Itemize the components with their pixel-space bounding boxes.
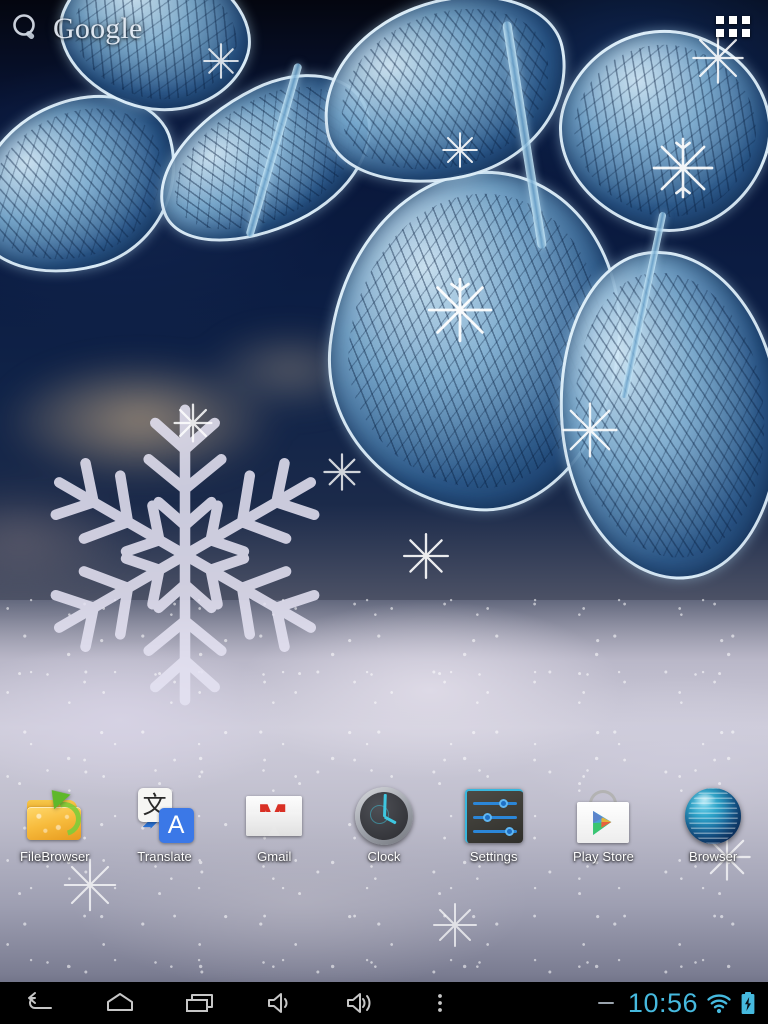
nav-volume-down-button[interactable] xyxy=(240,982,320,1024)
status-separator-dash xyxy=(597,1002,614,1004)
nav-menu-button[interactable] xyxy=(400,982,480,1024)
app-drawer-button[interactable] xyxy=(716,12,750,40)
app-label: Clock xyxy=(367,849,401,864)
gmail-icon: M xyxy=(244,786,304,846)
clock-icon xyxy=(354,786,414,846)
back-arrow-icon xyxy=(28,992,52,1009)
battery-charging-icon[interactable] xyxy=(740,991,756,1015)
nav-home-button[interactable] xyxy=(80,982,160,1024)
snowflake-icon xyxy=(402,532,450,580)
app-label: Settings xyxy=(469,849,518,864)
wifi-full-icon[interactable] xyxy=(706,992,732,1014)
snowflake-icon xyxy=(427,277,493,343)
google-search-widget[interactable]: Google xyxy=(10,6,190,52)
nav-back-button[interactable] xyxy=(0,982,80,1024)
home-app-row: FileBrowser 文 A Translate M Gmail xyxy=(0,782,768,878)
app-label: Translate xyxy=(137,849,192,864)
recents-icon xyxy=(186,994,213,1012)
apps-grid-icon xyxy=(729,28,737,37)
app-label: Browser xyxy=(688,849,738,864)
settings-icon xyxy=(464,786,524,846)
app-item-clock[interactable]: Clock xyxy=(329,786,439,864)
snowflake-icon xyxy=(323,453,361,491)
play-triangle-icon xyxy=(593,811,612,835)
overflow-menu-icon xyxy=(438,994,442,1012)
nav-recents-button[interactable] xyxy=(160,982,240,1024)
apps-grid-icon xyxy=(742,28,750,37)
snowflake-icon xyxy=(562,402,618,458)
apps-grid-icon xyxy=(716,15,724,24)
volume-down-icon xyxy=(268,993,288,1013)
translate-icon: 文 A xyxy=(135,786,195,846)
app-item-gmail[interactable]: M Gmail xyxy=(219,786,329,864)
app-label: Gmail xyxy=(257,849,292,864)
nav-volume-up-button[interactable] xyxy=(320,982,400,1024)
home-screen: Google FileBrowser 文 A Translate Gmail C… xyxy=(0,0,768,1024)
snowflake-icon xyxy=(433,903,477,947)
app-item-settings[interactable]: Settings xyxy=(439,786,549,864)
browser-globe-icon xyxy=(683,786,743,846)
google-logo-text: Google xyxy=(53,12,143,45)
snowflake-icon xyxy=(173,403,213,443)
app-item-filebrowser[interactable]: FileBrowser xyxy=(0,782,110,864)
navigation-bar: 10:56 xyxy=(0,982,768,1024)
home-icon xyxy=(107,993,133,1011)
snowflake-icon xyxy=(652,137,714,199)
translate-target-glyph: A xyxy=(158,808,194,843)
search-icon xyxy=(13,14,35,40)
app-item-play-store[interactable]: Play Store xyxy=(549,786,659,864)
app-item-browser[interactable]: Browser xyxy=(658,786,768,864)
app-label: Play Store xyxy=(572,849,634,864)
apps-grid-icon xyxy=(716,28,724,37)
status-area: 10:56 xyxy=(597,982,768,1024)
snowflake-icon xyxy=(203,43,239,79)
filebrowser-icon xyxy=(25,782,88,846)
status-clock[interactable]: 10:56 xyxy=(628,989,698,1017)
apps-grid-icon xyxy=(729,15,737,24)
apps-grid-icon xyxy=(742,15,750,24)
snowflake-icon xyxy=(442,132,478,168)
app-item-translate[interactable]: 文 A Translate xyxy=(110,786,220,864)
app-label: FileBrowser xyxy=(19,849,90,864)
play-store-icon xyxy=(573,786,633,846)
volume-up-icon xyxy=(347,993,371,1013)
